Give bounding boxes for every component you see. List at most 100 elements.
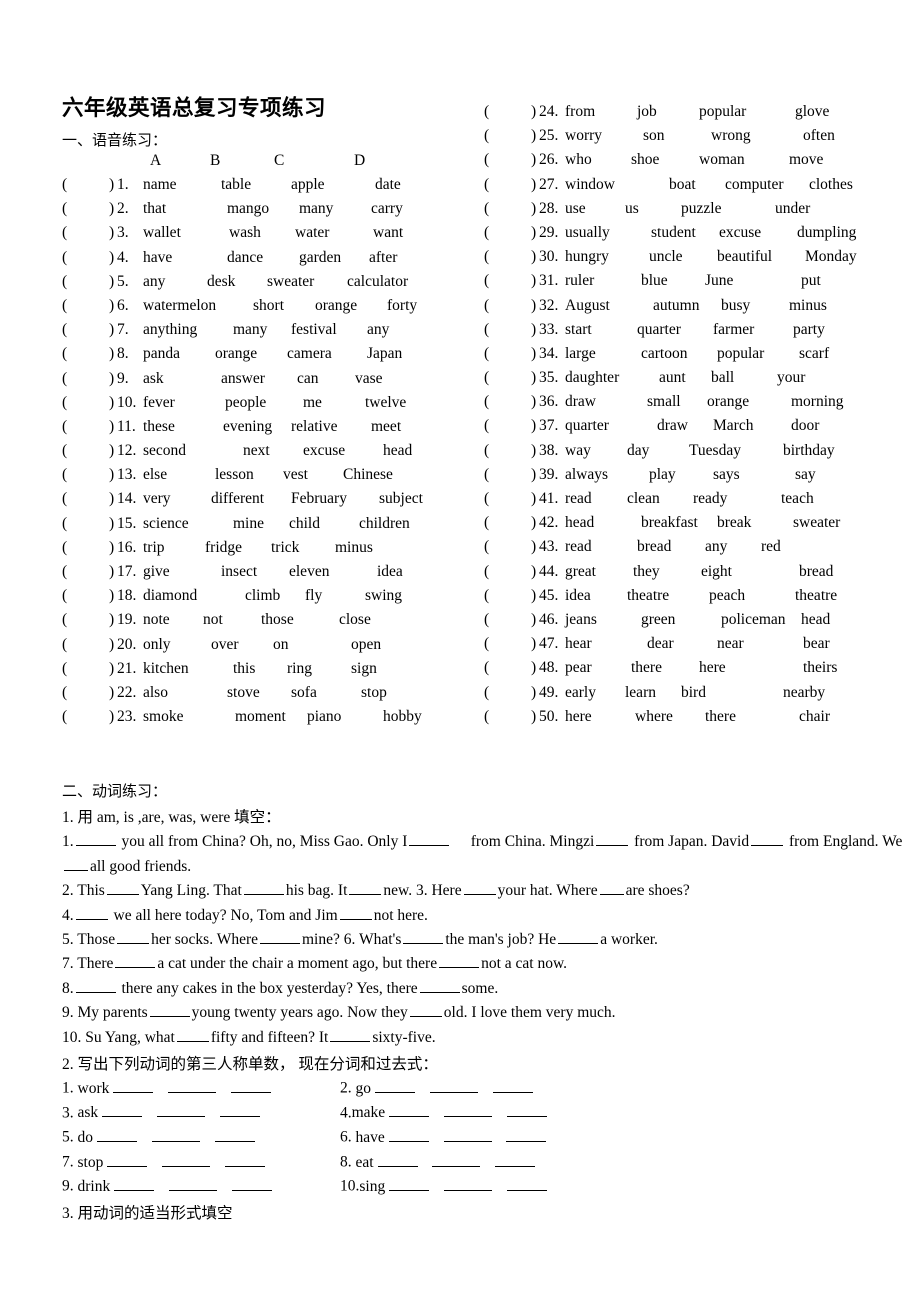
option-choice-a[interactable]: also [143,684,168,702]
option-choice-b[interactable]: where [635,708,673,726]
answer-blank[interactable] [97,1126,137,1142]
answer-blank[interactable] [429,1077,478,1093]
answer-box[interactable]: ) [531,200,536,218]
answer-blank[interactable] [214,1126,255,1142]
answer-blank[interactable] [506,1175,547,1192]
answer-box[interactable]: ) [531,684,536,702]
answer-blank[interactable] [463,880,496,896]
option-choice-c[interactable]: water [295,224,329,242]
option-choice-a[interactable]: only [143,636,171,654]
answer-box[interactable]: ) [109,394,114,412]
answer-blank[interactable] [156,1102,205,1118]
option-choice-c[interactable]: piano [307,708,341,726]
option-choice-b[interactable]: shoe [631,151,659,169]
answer-box[interactable]: ) [531,587,536,605]
option-choice-d[interactable]: clothes [809,176,853,194]
option-choice-d[interactable]: head [383,442,412,460]
answer-blank[interactable] [151,1126,200,1142]
option-choice-a[interactable]: quarter [565,417,609,435]
answer-blank[interactable] [339,904,372,920]
option-choice-b[interactable]: quarter [637,321,681,339]
option-choice-c[interactable]: camera [287,345,332,363]
option-choice-a[interactable]: window [565,176,615,194]
answer-box[interactable]: ) [109,611,114,629]
option-choice-d[interactable]: your [777,369,805,387]
answer-blank[interactable] [102,1102,143,1118]
option-choice-b[interactable]: cartoon [641,345,687,363]
option-choice-b[interactable]: different [211,490,264,508]
option-choice-c[interactable]: eleven [289,563,329,581]
option-choice-c[interactable]: vest [283,466,308,484]
option-choice-c[interactable]: there [705,708,736,726]
answer-box[interactable]: ) [109,466,114,484]
option-choice-c[interactable]: popular [699,103,746,121]
option-choice-a[interactable]: early [565,684,596,702]
answer-blank[interactable] [168,1175,217,1192]
option-choice-b[interactable]: aunt [659,369,686,387]
answer-box[interactable]: ) [109,563,114,581]
answer-blank[interactable] [506,1126,547,1142]
option-choice-a[interactable]: who [565,151,592,169]
option-choice-b[interactable]: play [649,466,676,484]
answer-blank[interactable] [492,1077,533,1093]
answer-blank[interactable] [219,1102,260,1118]
option-choice-a[interactable]: that [143,200,166,218]
option-choice-b[interactable]: next [243,442,270,460]
option-choice-a[interactable]: jeans [565,611,597,629]
option-choice-b[interactable]: green [641,611,675,629]
option-choice-d[interactable]: move [789,151,823,169]
option-choice-d[interactable]: birthday [783,442,835,460]
option-choice-c[interactable]: says [713,466,740,484]
option-choice-d[interactable]: stop [361,684,387,702]
option-choice-d[interactable]: chair [799,708,830,726]
answer-blank[interactable] [113,1077,154,1093]
answer-box[interactable]: ) [109,176,114,194]
option-choice-d[interactable]: party [793,321,825,339]
option-choice-c[interactable]: bird [681,684,706,702]
option-choice-b[interactable]: dance [227,249,263,267]
option-choice-b[interactable]: this [233,660,255,678]
option-choice-a[interactable]: trip [143,539,165,557]
option-choice-b[interactable]: over [211,636,239,654]
option-choice-c[interactable]: sofa [291,684,317,702]
option-choice-c[interactable]: peach [709,587,745,605]
option-choice-d[interactable]: after [369,249,397,267]
answer-blank[interactable] [432,1151,481,1167]
option-choice-a[interactable]: way [565,442,591,460]
option-choice-a[interactable]: very [143,490,171,508]
option-choice-d[interactable]: glove [795,103,829,121]
option-choice-b[interactable]: insect [221,563,257,581]
option-choice-c[interactable]: can [297,370,319,388]
answer-box[interactable]: ) [531,538,536,556]
option-choice-d[interactable]: any [367,321,389,339]
option-choice-b[interactable]: mine [233,515,264,533]
option-choice-d[interactable]: minus [789,297,827,315]
answer-blank[interactable] [75,904,108,920]
option-choice-b[interactable]: answer [221,370,265,388]
option-choice-c[interactable]: March [713,417,753,435]
answer-blank[interactable] [64,855,88,871]
answer-blank[interactable] [439,953,480,969]
answer-blank[interactable] [506,1102,547,1118]
answer-blank[interactable] [389,1175,430,1192]
option-choice-b[interactable]: job [637,103,657,121]
answer-box[interactable]: ) [531,611,536,629]
option-choice-c[interactable]: busy [721,297,750,315]
answer-box[interactable]: ) [109,442,114,460]
option-choice-a[interactable]: wallet [143,224,181,242]
option-choice-c[interactable]: policeman [721,611,786,629]
option-choice-b[interactable]: small [647,393,681,411]
option-choice-b[interactable]: dear [647,635,674,653]
option-choice-d[interactable]: nearby [783,684,825,702]
option-choice-c[interactable]: any [705,538,727,556]
answer-box[interactable]: ) [531,127,536,145]
option-choice-d[interactable]: door [791,417,819,435]
answer-box[interactable]: ) [531,442,536,460]
option-choice-d[interactable]: under [775,200,810,218]
answer-blank[interactable] [443,1175,492,1192]
answer-box[interactable]: ) [531,659,536,677]
answer-blank[interactable] [409,831,450,847]
option-choice-b[interactable]: blue [641,272,668,290]
answer-box[interactable]: ) [109,490,114,508]
answer-box[interactable]: ) [531,635,536,653]
